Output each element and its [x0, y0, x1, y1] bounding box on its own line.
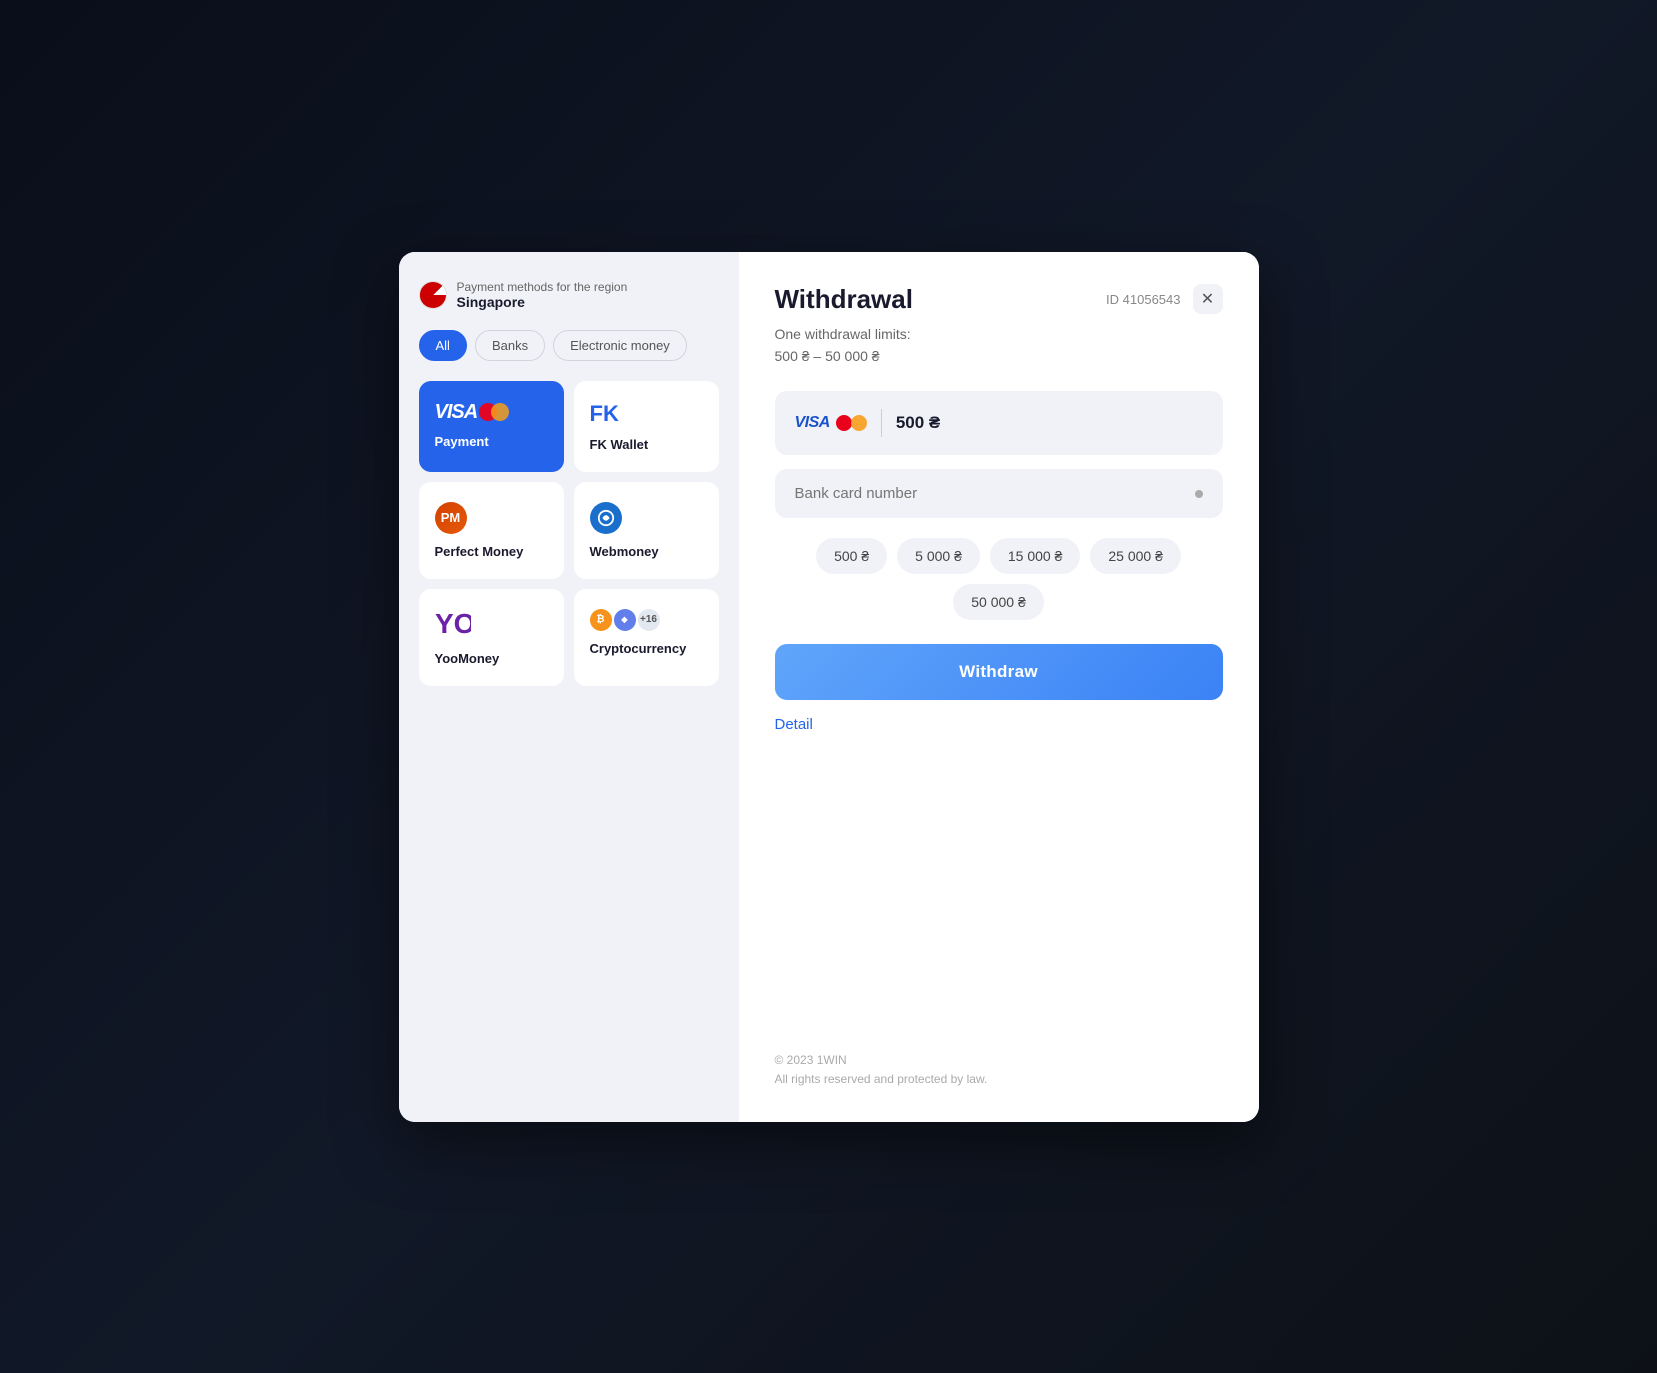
withdrawal-id: ID 41056543 [1106, 292, 1180, 307]
payment-card-fk[interactable]: FK FK Wallet [574, 381, 719, 472]
wm-card-label: Webmoney [590, 544, 659, 559]
yoomoney-logo: YO [435, 609, 471, 641]
payment-card-crypto[interactable]: ₿ ◆ +16 Cryptocurrency [574, 589, 719, 686]
region-header: Payment methods for the region Singapore [419, 280, 719, 310]
payment-card-yoo[interactable]: YO YooMoney [419, 589, 564, 686]
yoo-card-label: YooMoney [435, 651, 500, 666]
ethereum-icon: ◆ [614, 609, 636, 631]
singapore-flag-icon [419, 281, 447, 309]
filter-tab-banks[interactable]: Banks [475, 330, 545, 361]
svg-text:YO: YO [435, 609, 471, 637]
chip-5000[interactable]: 5 000 ₴ [897, 538, 980, 574]
chip-15000[interactable]: 15 000 ₴ [990, 538, 1081, 574]
payment-card-wm[interactable]: Webmoney [574, 482, 719, 579]
amount-mc-red [836, 415, 852, 431]
card-input-wrap[interactable] [775, 469, 1223, 518]
webmoney-logo [590, 502, 622, 534]
amount-value: 500 ₴ [896, 413, 940, 433]
withdraw-button[interactable]: Withdraw [775, 644, 1223, 700]
card-dot-icon [1195, 490, 1203, 498]
chip-500[interactable]: 500 ₴ [816, 538, 887, 574]
pm-card-label: Perfect Money [435, 544, 524, 559]
crypto-more-icon: +16 [638, 609, 660, 631]
fk-wallet-logo: FK [590, 401, 619, 427]
filter-tab-all[interactable]: All [419, 330, 467, 361]
region-name: Singapore [457, 294, 628, 310]
filter-tabs: All Banks Electronic money [419, 330, 719, 361]
amount-visa-logo: VISA [795, 414, 867, 432]
withdrawal-panel: Withdrawal ID 41056543 ✕ One withdrawal … [739, 252, 1259, 1122]
withdrawal-header: Withdrawal ID 41056543 ✕ [775, 284, 1223, 315]
bitcoin-icon: ₿ [590, 609, 612, 631]
visa-mastercard-logo: VISA [435, 401, 510, 424]
mc-yellow-circle [491, 403, 509, 421]
close-button[interactable]: ✕ [1193, 284, 1223, 314]
visa-card-label: Payment [435, 434, 489, 449]
payment-grid: VISA Payment FK FK Wallet PM Perfect Mon… [419, 381, 719, 686]
payment-card-visa[interactable]: VISA Payment [419, 381, 564, 472]
chip-25000[interactable]: 25 000 ₴ [1090, 538, 1181, 574]
perfect-money-logo: PM [435, 502, 467, 534]
amount-mc-yellow [851, 415, 867, 431]
withdrawal-modal: Payment methods for the region Singapore… [399, 252, 1259, 1122]
withdrawal-title: Withdrawal [775, 284, 913, 315]
id-close-group: ID 41056543 ✕ [1106, 284, 1222, 314]
footer-line1: © 2023 1WIN [775, 1051, 1223, 1070]
limits-line2: 500 ₴ – 50 000 ₴ [775, 348, 880, 364]
amount-display: VISA 500 ₴ [775, 391, 1223, 455]
payment-methods-panel: Payment methods for the region Singapore… [399, 252, 739, 1122]
region-label: Payment methods for the region [457, 280, 628, 294]
bank-card-input[interactable] [795, 485, 1195, 502]
detail-link[interactable]: Detail [775, 716, 1223, 733]
crypto-logo-group: ₿ ◆ +16 [590, 609, 660, 631]
footer: © 2023 1WIN All rights reserved and prot… [775, 1011, 1223, 1089]
filter-tab-electronic[interactable]: Electronic money [553, 330, 687, 361]
withdrawal-limits: One withdrawal limits: 500 ₴ – 50 000 ₴ [775, 323, 1223, 368]
footer-line2: All rights reserved and protected by law… [775, 1070, 1223, 1089]
visa-text-logo: VISA [435, 401, 478, 424]
region-text: Payment methods for the region Singapore [457, 280, 628, 310]
amount-chips: 500 ₴ 5 000 ₴ 15 000 ₴ 25 000 ₴ 50 000 ₴ [775, 538, 1223, 620]
crypto-card-label: Cryptocurrency [590, 641, 687, 656]
chip-50000[interactable]: 50 000 ₴ [953, 584, 1044, 620]
payment-card-pm[interactable]: PM Perfect Money [419, 482, 564, 579]
amount-visa-text: VISA [795, 414, 830, 432]
amount-separator [881, 409, 882, 437]
fk-card-label: FK Wallet [590, 437, 649, 452]
limits-line1: One withdrawal limits: [775, 326, 911, 342]
